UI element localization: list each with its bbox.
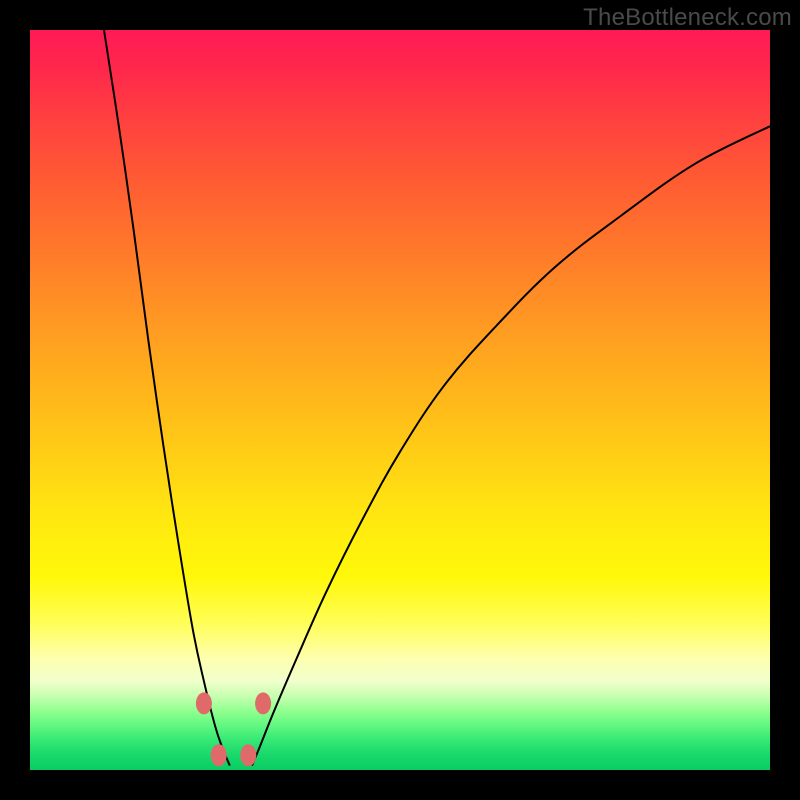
chart-frame: TheBottleneck.com [0, 0, 800, 800]
curve-right-branch [252, 126, 770, 765]
curve-marker [255, 692, 271, 714]
curve-marker [211, 744, 227, 766]
curve-svg [30, 30, 770, 770]
marker-group [196, 692, 271, 766]
curve-marker [196, 692, 212, 714]
curve-left-branch [104, 30, 230, 766]
plot-area [30, 30, 770, 770]
watermark-text: TheBottleneck.com [583, 4, 792, 32]
curve-marker [240, 744, 256, 766]
